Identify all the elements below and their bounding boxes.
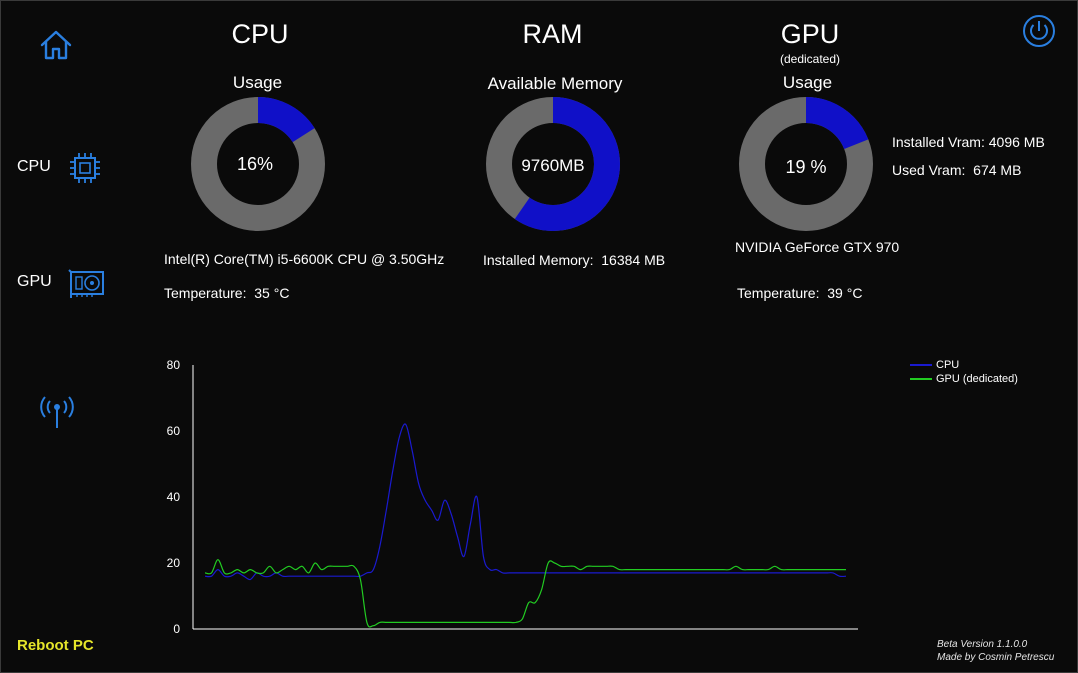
legend-swatch-gpu	[910, 378, 932, 381]
cpu-temperature-label: Temperature:	[164, 285, 247, 301]
ram-installed: Installed Memory: 16384 MB	[483, 252, 665, 268]
gpu-vram-installed-value: 4096 MB	[988, 134, 1045, 150]
gpu-temperature-value: 39 °C	[827, 285, 863, 301]
chart-legend: CPU GPU (dedicated)	[910, 359, 1018, 387]
gpu-vram-used-label: Used Vram:	[892, 162, 966, 178]
gpu-vram-used: Used Vram: 674 MB	[892, 162, 1021, 178]
y-tick-label: 60	[167, 424, 181, 438]
cpu-temperature-value: 35 °C	[254, 285, 290, 301]
gpu-title: GPU	[780, 19, 840, 49]
home-icon[interactable]	[38, 28, 74, 62]
ram-available-value: 9760MB	[521, 156, 585, 175]
antenna-icon[interactable]	[38, 390, 76, 430]
legend-item-gpu: GPU (dedicated)	[910, 373, 1018, 387]
ram-installed-value: 16384 MB	[601, 252, 666, 268]
y-tick-label: 20	[167, 556, 181, 570]
author-text: Made by Cosmin Petrescu	[937, 652, 1055, 663]
gpu-vram-installed-label: Installed Vram:	[892, 134, 985, 150]
cpu-temperature: Temperature: 35 °C	[164, 285, 289, 301]
y-tick-label: 0	[173, 622, 180, 636]
usage-line-chart: 0 20 40 60 80	[167, 358, 858, 636]
legend-swatch-cpu	[910, 364, 932, 367]
cpu-name: Intel(R) Core(TM) i5-6600K CPU @ 3.50GHz	[164, 251, 445, 267]
gpu-vram-installed: Installed Vram: 4096 MB	[892, 134, 1045, 150]
cpu-usage-value: 16%	[236, 154, 274, 174]
cpu-subtitle: Usage	[232, 73, 283, 92]
legend-label-gpu: GPU (dedicated)	[936, 373, 1018, 385]
power-icon[interactable]	[1022, 14, 1056, 48]
cpu-title: CPU	[231, 19, 289, 49]
y-tick-label: 40	[167, 490, 181, 504]
legend-item-cpu: CPU	[910, 359, 1018, 373]
gpu-series-line	[204, 559, 847, 628]
ram-installed-label: Installed Memory:	[483, 252, 594, 268]
gpu-usage-value: 19 %	[785, 157, 827, 177]
ram-title: RAM	[522, 19, 583, 49]
y-tick-label: 80	[167, 358, 181, 372]
version-text: Beta Version 1.1.0.0	[937, 639, 1028, 650]
footer: Beta Version 1.1.0.0 Made by Cosmin Petr…	[937, 638, 1054, 664]
reboot-button[interactable]: Reboot PC	[17, 637, 94, 654]
graphics-card-icon[interactable]	[67, 268, 107, 300]
gpu-temperature-label: Temperature:	[737, 285, 820, 301]
gpu-subtitle: Usage	[782, 73, 833, 92]
gpu-temperature: Temperature: 39 °C	[737, 285, 862, 301]
gpu-vram-used-value: 674 MB	[973, 162, 1022, 178]
gpu-dedicated-note: (dedicated)	[779, 52, 841, 66]
cpu-series-line	[204, 423, 847, 581]
gpu-name: NVIDIA GeForce GTX 970	[735, 239, 900, 255]
ram-subtitle: Available Memory	[487, 74, 623, 93]
sidebar-item-cpu-label[interactable]: CPU	[17, 158, 51, 176]
chip-icon[interactable]	[67, 150, 103, 186]
legend-label-cpu: CPU	[936, 359, 960, 371]
sidebar-item-gpu-label[interactable]: GPU	[17, 273, 52, 291]
